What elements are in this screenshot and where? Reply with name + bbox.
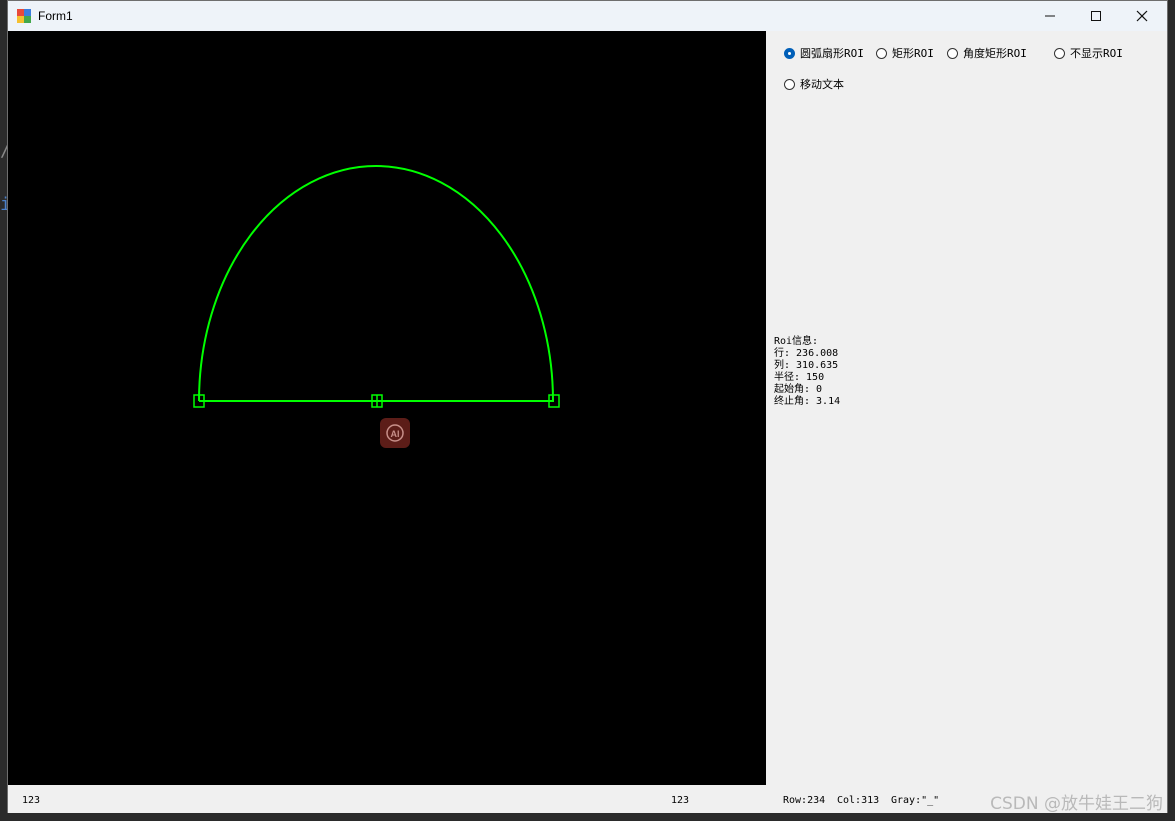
close-button[interactable] bbox=[1119, 1, 1165, 31]
roi-info-col: 列: 310.635 bbox=[774, 360, 839, 371]
status-col: Col:313 bbox=[837, 795, 880, 806]
radio-hide-roi[interactable]: 不显示ROI bbox=[1054, 45, 1123, 61]
status-gray: Gray:"_" bbox=[891, 795, 940, 806]
status-left-value: 123 bbox=[22, 795, 41, 806]
radio-label: 角度矩形ROI bbox=[963, 47, 1027, 60]
radio-arc-sector-roi[interactable]: 圆弧扇形ROI bbox=[784, 45, 864, 61]
radio-move-text[interactable]: 移动文本 bbox=[784, 76, 844, 92]
minimize-button[interactable] bbox=[1027, 1, 1073, 31]
close-icon bbox=[1136, 10, 1148, 22]
radio-circle-checked[interactable] bbox=[784, 47, 795, 59]
radio-label: 不显示ROI bbox=[1070, 47, 1123, 60]
roi-overlay bbox=[193, 165, 560, 408]
roi-info-row: 行: 236.008 bbox=[774, 348, 839, 359]
radio-label: 圆弧扇形ROI bbox=[800, 47, 864, 60]
title-bar[interactable]: Form1 bbox=[8, 1, 1167, 31]
status-middle-value: 123 bbox=[671, 795, 690, 806]
ai-badge[interactable]: AI bbox=[380, 418, 410, 448]
roi-info-end-angle: 终止角: 3.14 bbox=[774, 396, 841, 407]
window-title: Form1 bbox=[38, 9, 73, 23]
radio-circle[interactable] bbox=[947, 47, 958, 59]
roi-info-radius: 半径: 150 bbox=[774, 372, 825, 383]
roi-info-block: Roi信息: 行: 236.008 列: 310.635 半径: 150 起始角… bbox=[774, 336, 840, 408]
control-panel: 圆弧扇形ROI 矩形ROI 角度矩形ROI 不显示ROI 移动文本 Roi信息:… bbox=[766, 31, 1167, 785]
roi-arc bbox=[198, 165, 554, 402]
radio-angle-rect-roi[interactable]: 角度矩形ROI bbox=[947, 45, 1027, 61]
ai-icon: AI bbox=[386, 424, 404, 442]
svg-text:AI: AI bbox=[391, 429, 400, 439]
radio-circle[interactable] bbox=[876, 47, 887, 59]
radio-circle[interactable] bbox=[784, 78, 795, 90]
roi-info-start-angle: 起始角: 0 bbox=[774, 384, 823, 395]
maximize-icon bbox=[1091, 11, 1101, 21]
radio-rect-roi[interactable]: 矩形ROI bbox=[876, 45, 934, 61]
app-icon bbox=[17, 9, 31, 23]
watermark: CSDN @放牛娃王二狗 bbox=[990, 794, 1163, 814]
radio-label: 矩形ROI bbox=[892, 47, 934, 60]
status-row: Row:234 bbox=[783, 795, 826, 806]
minimize-icon bbox=[1045, 15, 1055, 17]
image-canvas[interactable]: AI bbox=[8, 31, 766, 785]
radio-circle[interactable] bbox=[1054, 47, 1065, 59]
maximize-button[interactable] bbox=[1073, 1, 1119, 31]
radio-label: 移动文本 bbox=[800, 78, 844, 91]
form-window: Form1 AI 圆弧扇形ROI 矩形ROI 角度矩形ROI 不显示ROI 移动… bbox=[7, 0, 1168, 813]
roi-info-heading: Roi信息: bbox=[774, 336, 819, 347]
